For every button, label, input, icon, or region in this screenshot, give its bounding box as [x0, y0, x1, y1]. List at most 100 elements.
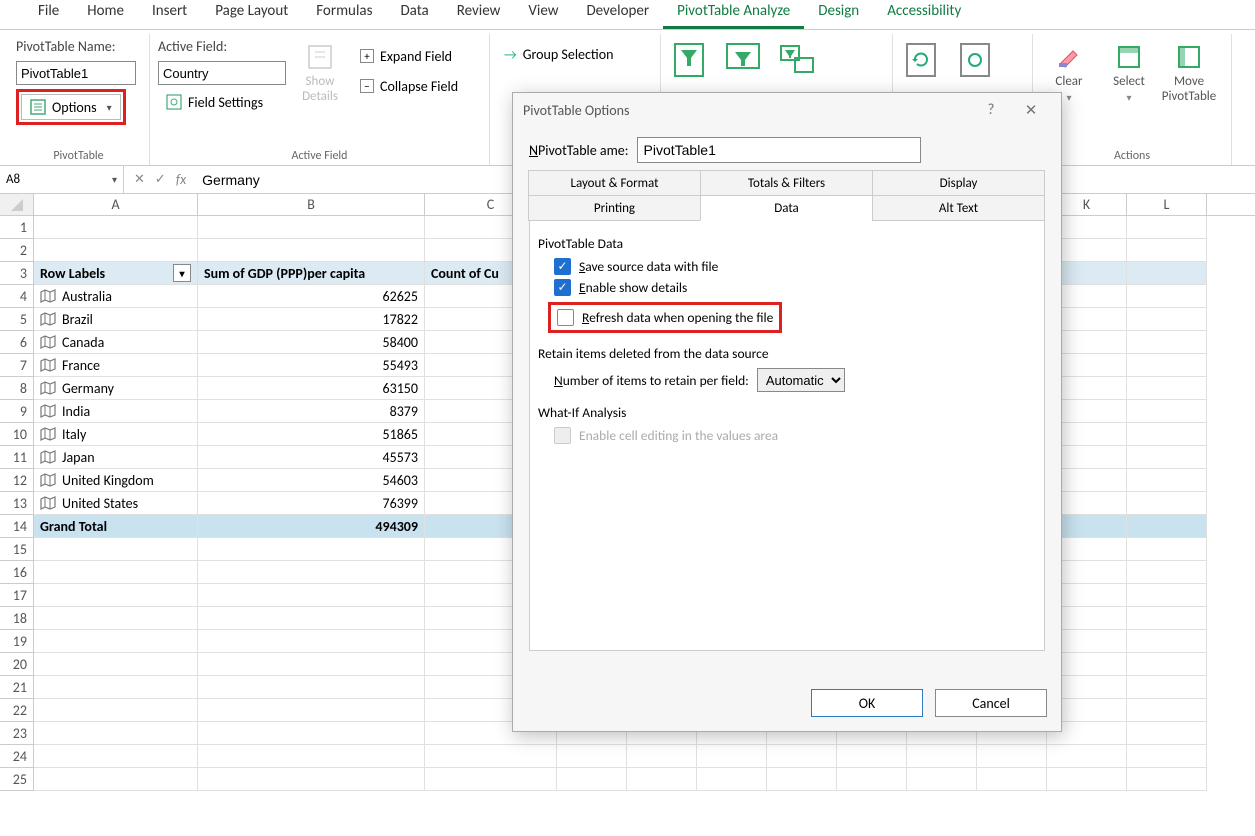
tab-pivottable-analyze[interactable]: PivotTable Analyze — [663, 0, 804, 29]
cell[interactable] — [1127, 400, 1207, 423]
tab-printing[interactable]: Printing — [528, 195, 701, 221]
cell[interactable] — [198, 584, 425, 607]
cell[interactable] — [198, 722, 425, 745]
cell[interactable] — [198, 607, 425, 630]
row-header[interactable]: 6 — [0, 331, 34, 354]
row-header[interactable]: 2 — [0, 239, 34, 262]
tab-home[interactable]: Home — [73, 0, 138, 29]
fx-icon[interactable]: fx — [176, 171, 186, 188]
insert-slicer-icon[interactable] — [669, 40, 709, 80]
cell[interactable]: Grand Total — [34, 515, 198, 538]
row-header[interactable]: 15 — [0, 538, 34, 561]
row-header[interactable]: 8 — [0, 377, 34, 400]
cell[interactable]: Row Labels▾ — [34, 262, 198, 285]
select-all-corner[interactable] — [0, 194, 34, 215]
cell[interactable] — [627, 745, 697, 768]
pivottable-name-input[interactable] — [16, 61, 136, 85]
row-header[interactable]: 7 — [0, 354, 34, 377]
row-header[interactable]: 16 — [0, 561, 34, 584]
cell[interactable] — [767, 768, 837, 791]
cell[interactable]: 55493 — [198, 354, 425, 377]
cell[interactable] — [907, 745, 977, 768]
cell[interactable]: 76399 — [198, 492, 425, 515]
column-header-L[interactable]: L — [1127, 194, 1207, 215]
cell[interactable] — [1127, 492, 1207, 515]
ok-button[interactable]: OK — [811, 689, 923, 717]
tab-accessibility[interactable]: Accessibility — [873, 0, 975, 29]
cell[interactable] — [425, 768, 557, 791]
active-field-input[interactable] — [158, 61, 286, 85]
cell[interactable] — [1127, 745, 1207, 768]
tab-view[interactable]: View — [514, 0, 572, 29]
cell[interactable] — [1127, 423, 1207, 446]
cell[interactable] — [34, 239, 198, 262]
select-button[interactable]: Select — [1101, 38, 1157, 108]
expand-field-button[interactable]: + Expand Field — [354, 44, 464, 68]
cell[interactable] — [34, 584, 198, 607]
row-header[interactable]: 14 — [0, 515, 34, 538]
save-source-data-row[interactable]: ✓ Save source data with file — [554, 258, 1036, 275]
cell[interactable]: 58400 — [198, 331, 425, 354]
cell[interactable]: Canada — [34, 331, 198, 354]
group-selection-button[interactable]: → Group Selection — [498, 42, 619, 66]
options-button[interactable]: Options ▾ — [21, 94, 121, 120]
cell[interactable] — [34, 216, 198, 239]
cell[interactable] — [557, 745, 627, 768]
cell[interactable] — [907, 768, 977, 791]
cell[interactable] — [1127, 308, 1207, 331]
cell[interactable]: 63150 — [198, 377, 425, 400]
cell[interactable]: 45573 — [198, 446, 425, 469]
tab-developer[interactable]: Developer — [572, 0, 663, 29]
retain-number-select[interactable]: Automatic — [757, 368, 845, 392]
cell[interactable] — [1127, 653, 1207, 676]
cell[interactable]: Italy — [34, 423, 198, 446]
close-icon[interactable]: ✕ — [1011, 101, 1051, 120]
row-header[interactable]: 19 — [0, 630, 34, 653]
row-header[interactable]: 12 — [0, 469, 34, 492]
cell[interactable]: 494309 — [198, 515, 425, 538]
cell[interactable]: Germany — [34, 377, 198, 400]
cell[interactable] — [767, 745, 837, 768]
cancel-formula-icon[interactable]: ✕ — [134, 172, 145, 187]
cell[interactable] — [198, 239, 425, 262]
tab-formulas[interactable]: Formulas — [302, 0, 386, 29]
move-pivottable-button[interactable]: Move PivotTable — [1161, 38, 1217, 108]
cell[interactable] — [697, 745, 767, 768]
cell[interactable] — [1127, 469, 1207, 492]
cell[interactable] — [1127, 354, 1207, 377]
cell[interactable] — [34, 561, 198, 584]
tab-alt-text[interactable]: Alt Text — [872, 195, 1045, 221]
change-data-source-icon[interactable] — [955, 40, 995, 80]
cell[interactable]: Australia — [34, 285, 198, 308]
row-header[interactable]: 23 — [0, 722, 34, 745]
dialog-name-input[interactable] — [637, 137, 921, 163]
insert-timeline-icon[interactable] — [723, 40, 763, 80]
tab-display[interactable]: Display — [872, 170, 1045, 196]
cell[interactable]: 62625 — [198, 285, 425, 308]
cell[interactable] — [34, 538, 198, 561]
row-header[interactable]: 5 — [0, 308, 34, 331]
cell[interactable]: Japan — [34, 446, 198, 469]
cell[interactable]: 54603 — [198, 469, 425, 492]
cell[interactable] — [198, 699, 425, 722]
cell[interactable] — [1127, 561, 1207, 584]
collapse-field-button[interactable]: − Collapse Field — [354, 74, 464, 98]
row-header[interactable]: 22 — [0, 699, 34, 722]
refresh-data-row[interactable]: Refresh data when opening the file — [557, 309, 773, 326]
cell[interactable] — [1127, 676, 1207, 699]
cell[interactable] — [697, 768, 767, 791]
cell[interactable] — [1127, 630, 1207, 653]
cell[interactable] — [1127, 722, 1207, 745]
row-header[interactable]: 11 — [0, 446, 34, 469]
row-header[interactable]: 4 — [0, 285, 34, 308]
row-header[interactable]: 21 — [0, 676, 34, 699]
cell[interactable] — [34, 745, 198, 768]
cell[interactable] — [198, 745, 425, 768]
cell[interactable] — [627, 768, 697, 791]
tab-data[interactable]: Data — [386, 0, 442, 29]
cell[interactable] — [1127, 538, 1207, 561]
cell[interactable] — [1127, 446, 1207, 469]
cell[interactable] — [1127, 699, 1207, 722]
column-header-B[interactable]: B — [198, 194, 425, 215]
cell[interactable] — [837, 745, 907, 768]
